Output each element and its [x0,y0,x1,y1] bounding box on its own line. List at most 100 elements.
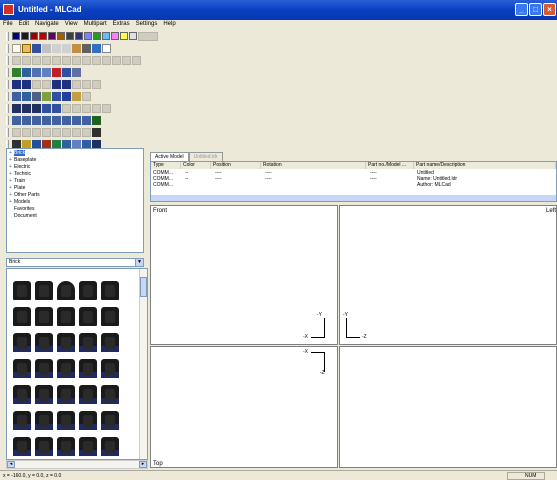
help-icon[interactable] [102,43,111,53]
part-thumbnail[interactable] [35,411,53,430]
move-grid-icon[interactable] [72,127,81,137]
color-swatch[interactable] [57,32,65,40]
menu-view[interactable]: View [65,20,78,28]
color-swatch[interactable] [93,32,101,40]
rotate-x-icon[interactable] [12,115,21,125]
part-thumbnail[interactable] [13,333,31,352]
part-thumbnail[interactable] [13,359,31,378]
tree-item-electric[interactable]: + Electric [9,164,30,170]
option-icon[interactable] [82,91,91,101]
color-swatch[interactable] [84,32,92,40]
part-thumbnail[interactable] [13,281,31,300]
rotate-z-icon[interactable] [32,115,41,125]
toolbar-grip[interactable] [6,115,9,125]
toolbar-grip[interactable] [6,127,9,137]
part-thumbnail[interactable] [79,307,97,326]
part-thumbnail[interactable] [35,359,53,378]
part-thumbnail[interactable] [35,281,53,300]
part-thumbnail[interactable] [13,385,31,404]
scroll-left-icon[interactable]: ◂ [7,461,15,468]
delete-icon[interactable] [52,67,61,77]
color-swatch[interactable] [102,32,110,40]
parts-horizontal-scrollbar[interactable]: ◂ ▸ [6,460,148,469]
rotation-step-icon[interactable] [102,103,111,113]
scroll-thumb[interactable] [140,277,147,297]
part-thumbnail[interactable] [79,437,97,456]
column-header-position[interactable]: Position [211,162,261,169]
minimize-button[interactable]: _ [515,3,528,16]
part-thumbnail[interactable] [57,307,75,326]
buffer-icon[interactable] [82,103,91,113]
part-thumbnail[interactable] [13,307,31,326]
print-preview-icon[interactable] [82,43,91,53]
color-swatch[interactable] [75,32,83,40]
move-x-icon[interactable] [12,127,21,137]
menu-navigate[interactable]: Navigate [35,20,59,28]
column-header-part-name[interactable]: Part name/Description [414,162,556,169]
undo-icon[interactable] [12,55,21,65]
meta-icon[interactable] [62,103,71,113]
toolbar-grip[interactable] [6,91,9,101]
studs-icon[interactable] [42,91,51,101]
properties-icon[interactable] [92,43,101,53]
rotate-custom-icon[interactable] [92,115,101,125]
color-swatch[interactable] [30,32,38,40]
ghost-icon[interactable] [92,103,101,113]
next-step-icon[interactable] [52,79,61,89]
copy-icon[interactable] [62,43,71,53]
tree-item-technic[interactable]: + Technic [9,171,31,177]
grid-view-icon[interactable] [52,91,61,101]
tab-untitled[interactable]: Untitled.ldr [188,152,223,161]
step5-icon[interactable] [92,79,101,89]
grid-icon[interactable] [62,67,71,77]
part-thumbnail[interactable] [101,385,119,404]
menu-edit[interactable]: Edit [19,20,29,28]
zoom-out-icon[interactable] [32,67,41,77]
move-icon[interactable] [32,55,41,65]
part-thumbnail[interactable] [57,359,75,378]
search-icon[interactable] [42,67,51,77]
part-thumbnail[interactable] [79,411,97,430]
toolbar-grip[interactable] [6,103,9,113]
rotate-icon[interactable] [42,55,51,65]
rotate-z-neg-icon[interactable] [62,115,71,125]
tree-item-plate[interactable]: + Plate [9,185,25,191]
part-thumbnail[interactable] [35,307,53,326]
toolbar-grip[interactable] [6,31,9,41]
mirror-icon[interactable] [82,55,91,65]
parts-gallery[interactable] [6,268,148,460]
arrow-right-icon[interactable] [32,103,41,113]
part-thumbnail[interactable] [57,437,75,456]
column-header-color[interactable]: Color [181,162,211,169]
column-header-part-no[interactable]: Part no./Model ... [366,162,414,169]
color-swatch[interactable] [120,32,128,40]
part-thumbnail[interactable] [79,333,97,352]
scroll-right-icon[interactable]: ▸ [139,461,147,468]
tree-item-models[interactable]: + Models [9,199,30,205]
column-header-type[interactable]: Type [151,162,181,169]
last-step-icon[interactable] [62,79,71,89]
flip-icon[interactable] [122,55,131,65]
part-thumbnail[interactable] [101,411,119,430]
step3-icon[interactable] [72,79,81,89]
chevron-down-icon[interactable]: ▼ [135,259,143,266]
rotate-origin-icon[interactable] [82,115,91,125]
open-icon[interactable] [22,43,31,53]
close-button[interactable]: × [543,3,556,16]
tree-item-document[interactable]: Document [9,213,37,219]
part-thumbnail[interactable] [57,281,75,300]
part-thumbnail[interactable] [57,411,75,430]
viewport-left[interactable]: Left -Y -Z [339,205,557,345]
tree-item-favorites[interactable]: Favorites [9,206,35,212]
zoom-icon[interactable] [12,67,21,77]
menu-file[interactable]: File [3,20,13,28]
move-z-icon[interactable] [32,127,41,137]
color-swatch[interactable] [111,32,119,40]
edit-icon[interactable] [52,55,61,65]
part-thumbnail[interactable] [101,359,119,378]
toolbar-grip[interactable] [6,79,9,89]
move-custom-icon[interactable] [82,127,91,137]
part-thumbnail[interactable] [101,437,119,456]
parts-category-select[interactable]: Brick ▼ [6,258,144,267]
pencil-icon[interactable] [72,55,81,65]
